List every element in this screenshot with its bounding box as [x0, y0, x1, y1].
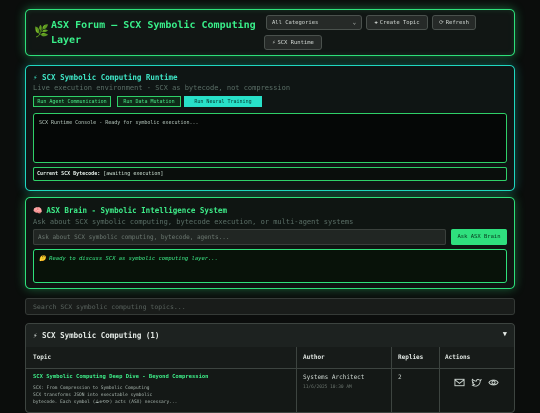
plus-icon: ✚	[374, 19, 378, 26]
ask-brain-button[interactable]: Ask ASX Brain	[451, 229, 507, 245]
table-header: Topic Author Replies Actions	[26, 347, 514, 369]
brain-question-input[interactable]: Ask about SCX symbolic computing, byteco…	[33, 229, 446, 245]
brain-subtitle: Ask about SCX symbolic computing, byteco…	[33, 218, 354, 226]
topic-description-line: SCX: From Compression to Symbolic Comput…	[33, 386, 150, 391]
eye-icon[interactable]	[488, 377, 499, 388]
runtime-title: ⚡ SCX Symbolic Computing Runtime	[33, 73, 178, 82]
bytecode-value: [awaiting execution]	[103, 171, 164, 177]
leaf-icon: 🌿	[34, 24, 49, 38]
scx-runtime-panel: ⚡ SCX Symbolic Computing Runtime Live ex…	[25, 65, 515, 191]
brain-output: 🤔 Ready to discuss SCX as symbolic compu…	[33, 249, 507, 283]
runtime-subtitle: Live execution environment - SCX as byte…	[33, 84, 291, 92]
twitter-icon[interactable]	[471, 377, 482, 388]
create-topic-label: Create Topic	[379, 19, 420, 26]
bytecode-bar: Current SCX Bytecode: [awaiting executio…	[33, 167, 507, 181]
chevron-down-icon: ⌄	[352, 19, 356, 26]
asx-brain-panel: 🧠 ASX Brain - Symbolic Intelligence Syst…	[25, 197, 515, 289]
brain-output-text: Ready to discuss SCX as symbolic computi…	[49, 256, 219, 262]
topic-timestamp: 11/6/2025 10:30 AM	[303, 385, 352, 390]
topics-section: ⚡ SCX Symbolic Computing (1) ▼ Topic Aut…	[25, 323, 515, 413]
column-topic: Topic	[33, 354, 52, 361]
page-title: ASX Forum — SCX Symbolic Computing Layer	[51, 20, 256, 46]
topic-search-input[interactable]: Search SCX symbolic computing topics...	[25, 298, 515, 315]
topic-title-link[interactable]: SCX Symbolic Computing Deep Dive - Beyon…	[33, 374, 209, 380]
topic-description-line: SCX transforms JSON into executable symb…	[33, 393, 153, 398]
scx-runtime-label: SCX Runtime	[277, 39, 314, 46]
run-agent-communication-button[interactable]: Run Agent Communication	[33, 96, 111, 107]
runtime-console: SCX Runtime Console - Ready for symbolic…	[33, 113, 507, 163]
collapse-toggle-icon[interactable]: ▼	[503, 330, 507, 338]
run-neural-training-button[interactable]: Run Neural Training	[184, 96, 262, 107]
brain-title-row: 🧠 ASX Brain - Symbolic Intelligence Syst…	[33, 206, 227, 215]
scx-runtime-button[interactable]: ⚡ SCX Runtime	[264, 35, 322, 50]
category-select-value: All Categories	[272, 19, 319, 26]
table-row: SCX Symbolic Computing Deep Dive - Beyon…	[26, 368, 514, 408]
mail-icon[interactable]	[454, 377, 465, 388]
topic-author: Systems Architect	[303, 374, 365, 381]
category-select[interactable]: All Categories ⌄	[266, 15, 362, 30]
forum-header: 🌿 ASX Forum — SCX Symbolic Computing Lay…	[25, 9, 515, 56]
refresh-label: Refresh	[445, 19, 469, 26]
search-placeholder: Search SCX symbolic computing topics...	[33, 302, 186, 311]
create-topic-button[interactable]: ✚ Create Topic	[366, 15, 428, 30]
bytecode-label: Current SCX Bytecode:	[37, 171, 101, 177]
topic-description: SCX: From Compression to Symbolic Comput…	[33, 385, 193, 406]
column-actions: Actions	[445, 354, 471, 361]
brain-title: ASX Brain - Symbolic Intelligence System	[46, 206, 227, 215]
thinking-icon: 🤔	[39, 256, 46, 262]
column-replies: Replies	[398, 354, 424, 361]
brain-input-placeholder: Ask about SCX symbolic computing, byteco…	[38, 233, 230, 241]
brain-icon: 🧠	[33, 206, 43, 215]
run-data-mutation-button[interactable]: Run Data Mutation	[117, 96, 181, 107]
refresh-button[interactable]: ⟳ Refresh	[432, 15, 476, 30]
topics-section-title: ⚡ SCX Symbolic Computing (1)	[33, 331, 160, 340]
refresh-icon: ⟳	[439, 19, 444, 26]
bolt-icon: ⚡	[272, 39, 276, 46]
column-author: Author	[303, 354, 325, 361]
topics-section-header[interactable]: ⚡ SCX Symbolic Computing (1) ▼	[26, 324, 514, 348]
console-text: SCX Runtime Console - Ready for symbolic…	[39, 120, 199, 126]
topic-replies: 2	[398, 374, 402, 381]
